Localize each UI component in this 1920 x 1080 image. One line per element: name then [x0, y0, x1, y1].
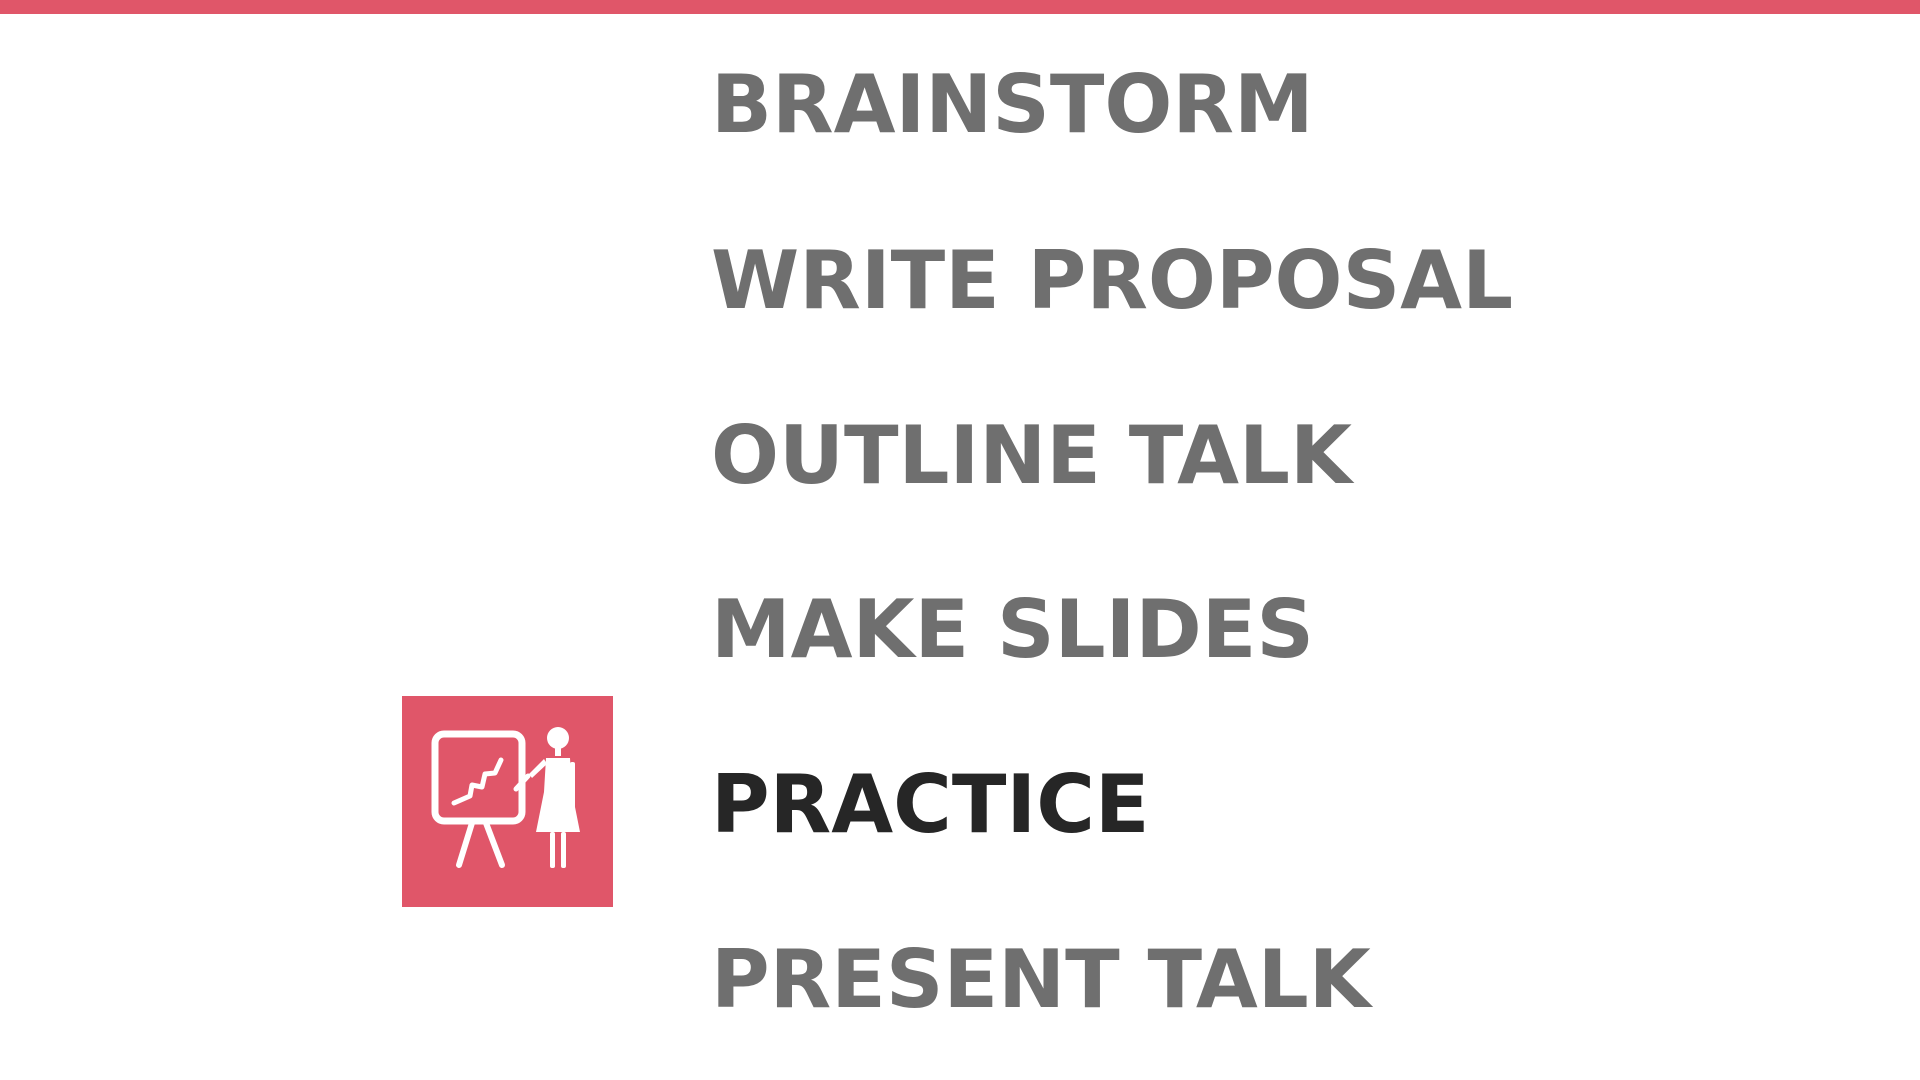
- step-make-slides: MAKE SLIDES: [711, 583, 1315, 676]
- slide: BRAINSTORM WRITE PROPOSAL OUTLINE TALK M…: [0, 0, 1920, 1080]
- step-write-proposal: WRITE PROPOSAL: [711, 234, 1514, 327]
- step-brainstorm: BRAINSTORM: [711, 58, 1314, 151]
- accent-top-bar: [0, 0, 1920, 14]
- step-present-talk: PRESENT TALK: [711, 933, 1371, 1026]
- step-outline-talk: OUTLINE TALK: [711, 409, 1352, 502]
- presenter-at-easel-icon: [402, 696, 613, 907]
- step-practice: PRACTICE: [711, 758, 1150, 851]
- active-step-icon-box: [402, 696, 613, 907]
